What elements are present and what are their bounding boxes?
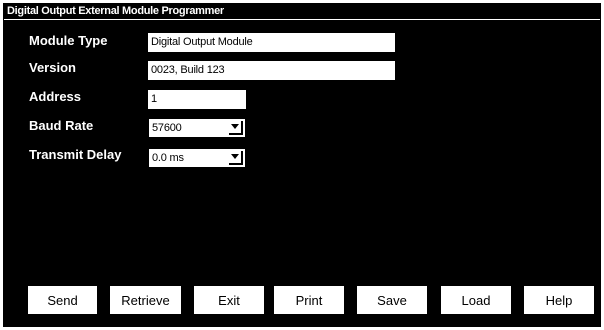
transmit-delay-value: 0.0 ms (152, 152, 184, 164)
transmit-delay-select[interactable]: 0.0 ms (148, 148, 247, 169)
retrieve-button[interactable]: Retrieve (109, 285, 182, 315)
baud-rate-select[interactable]: 57600 (148, 118, 247, 139)
version-field[interactable]: 0023, Build 123 (148, 61, 395, 80)
version-label: Version (29, 60, 76, 75)
exit-button[interactable]: Exit (193, 285, 265, 315)
help-button[interactable]: Help (523, 285, 595, 315)
load-button[interactable]: Load (440, 285, 512, 315)
window-title: Digital Output External Module Programme… (4, 4, 600, 20)
module-type-label: Module Type (29, 33, 108, 48)
baud-rate-value: 57600 (152, 122, 182, 134)
programmer-window: Digital Output External Module Programme… (3, 3, 601, 327)
baud-rate-label: Baud Rate (29, 118, 94, 133)
address-label: Address (29, 89, 82, 104)
chevron-down-icon[interactable] (229, 151, 243, 165)
address-input[interactable]: 1 (148, 90, 246, 109)
print-button[interactable]: Print (273, 285, 345, 315)
transmit-delay-label: Transmit Delay (29, 147, 122, 162)
send-button[interactable]: Send (27, 285, 98, 315)
module-type-field[interactable]: Digital Output Module (148, 33, 395, 52)
save-button[interactable]: Save (356, 285, 428, 315)
chevron-down-icon[interactable] (229, 121, 243, 135)
